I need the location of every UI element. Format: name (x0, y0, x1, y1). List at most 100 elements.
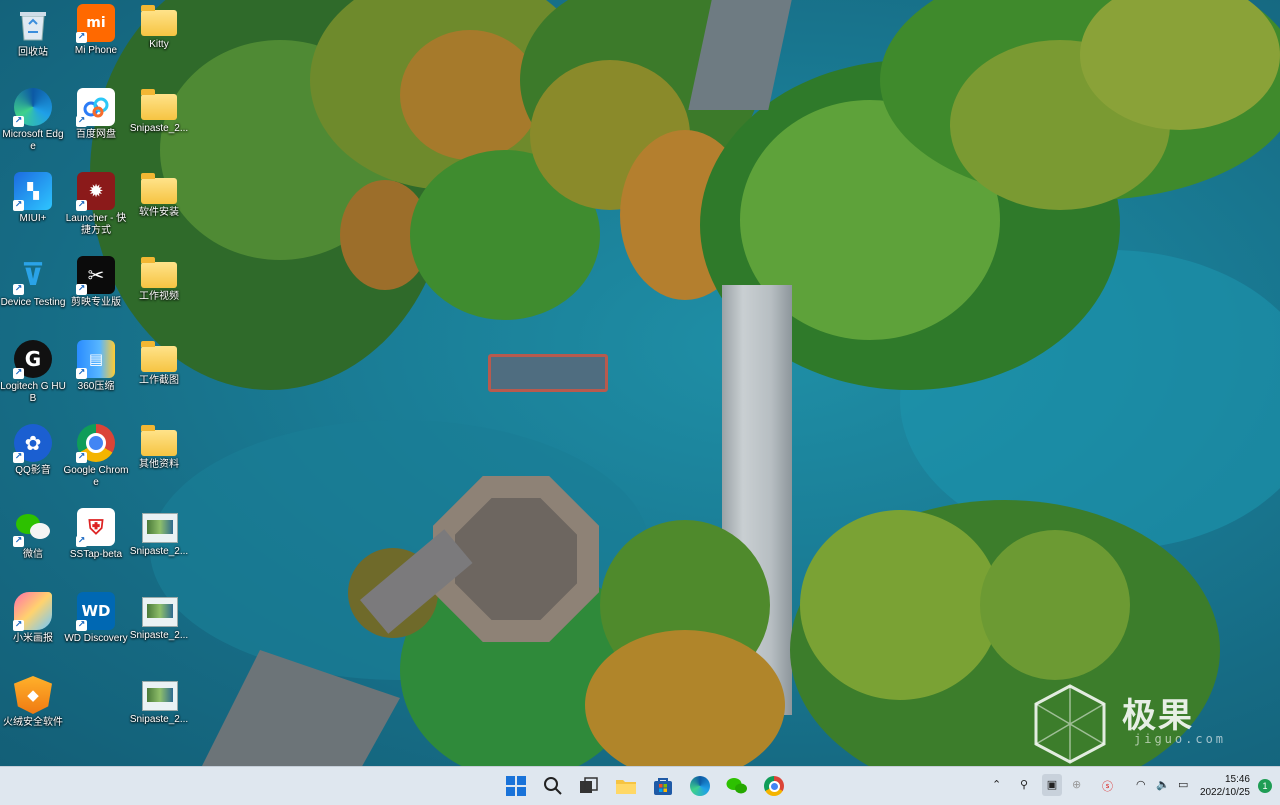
desktop-icon-label: 小米画报 (13, 633, 53, 644)
desktop-icon-miui-plus[interactable]: ▚ ↗ MIUI+ (0, 172, 66, 225)
edge-taskbar-button[interactable] (688, 775, 712, 797)
desktop-icon-wd-discovery[interactable]: WD ↗ WD Discovery (63, 592, 129, 645)
desktop-icon-qq-player[interactable]: ✿ ↗ QQ影音 (0, 424, 66, 477)
desktop-icon-mi-wallpaper[interactable]: ↗ 小米画报 (0, 592, 66, 645)
desktop-file-snipaste-1[interactable]: Snipaste_2... (126, 508, 192, 558)
360-zip-icon: ▤ ↗ (76, 340, 115, 379)
desktop-folder-software[interactable]: 软件安装 (126, 172, 192, 219)
wechat-taskbar-button[interactable] (725, 775, 749, 797)
notification-badge[interactable]: 1 (1258, 779, 1272, 793)
desktop-icon-label: 软件安装 (139, 207, 179, 218)
shortcut-arrow-icon: ↗ (76, 200, 87, 211)
shortcut-arrow-icon: ↗ (13, 200, 24, 211)
ime-icon[interactable]: ⓢ (1102, 778, 1113, 794)
desktop-icon-capcut[interactable]: ✂ ↗ 剪映专业版 (63, 256, 129, 309)
desktop-icon-label: 360压缩 (77, 381, 115, 392)
shortcut-arrow-icon: ↗ (13, 536, 24, 547)
desktop-icon-label: Kitty (149, 39, 169, 50)
desktop-folder-work-screenshots[interactable]: 工作截图 (126, 340, 192, 387)
desktop-icon-360-zip[interactable]: ▤ ↗ 360压缩 (63, 340, 129, 393)
volume-icon[interactable]: 🔈 (1156, 778, 1170, 791)
recycle-bin-icon (14, 6, 52, 44)
baidu-netdisk-icon: ↗ (76, 88, 115, 127)
windows-logo-icon (506, 776, 526, 796)
app-icon[interactable]: ▣ (1042, 774, 1062, 796)
watermark-logo-icon (1034, 684, 1106, 764)
chrome-center (86, 433, 106, 453)
launcher-icon: ✹ ↗ (76, 172, 115, 211)
desktop-icon-label: Snipaste_2... (129, 630, 189, 641)
search-button[interactable] (541, 775, 565, 797)
folder-icon (141, 257, 177, 288)
desktop-icon-baidu-netdisk[interactable]: ↗ 百度网盘 (63, 88, 129, 141)
desktop-icon-edge[interactable]: ↗ Microsoft Edge (0, 88, 66, 153)
wd-discovery-icon: WD ↗ (76, 592, 115, 631)
sstap-icon: ⛨ ↗ (76, 508, 115, 547)
desktop-folder-snipaste[interactable]: Snipaste_2... (126, 88, 192, 135)
clock-date: 2022/10/25 (1199, 787, 1250, 798)
desktop-wallpaper (0, 0, 1280, 766)
desktop-folder-kitty[interactable]: Kitty (126, 4, 192, 51)
desktop-icon-label: 火绒安全软件 (3, 717, 63, 728)
chevron-up-icon[interactable]: ⌃ (992, 778, 1001, 791)
desktop-icon-label: Logitech G HUB (0, 381, 66, 404)
mi-logo-icon: mi ↗ (76, 4, 115, 43)
shortcut-arrow-icon: ↗ (76, 536, 87, 547)
desktop-file-snipaste-2[interactable]: Snipaste_2... (126, 592, 192, 642)
clock[interactable]: 15:46 2022/10/25 (1200, 773, 1250, 799)
desktop-icon-label: Microsoft Edge (2, 129, 64, 152)
miui-plus-icon: ▚ ↗ (13, 172, 52, 211)
folder-icon (141, 89, 177, 120)
desktop-folder-other[interactable]: 其他资料 (126, 424, 192, 471)
desktop-icon-label: Snipaste_2... (129, 123, 189, 134)
folder-icon (141, 5, 177, 36)
desktop-icon-mi-phone[interactable]: mi ↗ Mi Phone (63, 4, 129, 57)
desktop-icon-label: Mi Phone (74, 45, 118, 56)
desktop-icon-label: QQ影音 (15, 465, 51, 476)
task-view-button[interactable] (577, 775, 601, 797)
wifi-icon[interactable]: ◠ (1136, 778, 1146, 791)
desktop-icon-label: SSTap-beta (69, 549, 123, 560)
desktop-icon-sstap[interactable]: ⛨ ↗ SSTap-beta (63, 508, 129, 561)
chrome-icon (764, 776, 784, 796)
desktop-icon-label: 工作视频 (139, 291, 179, 302)
jiguo-watermark: 极果 jiguo.com (1030, 684, 1250, 764)
file-explorer-button[interactable] (614, 775, 638, 797)
image-file-icon (142, 513, 178, 543)
store-button[interactable] (651, 775, 675, 797)
chrome-icon: ↗ (76, 424, 115, 463)
folder-icon (141, 173, 177, 204)
shortcut-arrow-icon: ↗ (13, 368, 24, 379)
start-button[interactable] (504, 775, 528, 797)
shortcut-arrow-icon: ↗ (76, 620, 87, 631)
desktop-folder-work-video[interactable]: 工作视频 (126, 256, 192, 303)
edge-icon: ↗ (13, 88, 52, 127)
desktop-icon-logitech[interactable]: G ↗ Logitech G HUB (0, 340, 66, 405)
desktop-icon-launcher[interactable]: ✹ ↗ Launcher - 快捷方式 (63, 172, 129, 237)
desktop-icon-recycle-bin[interactable]: 回收站 (0, 6, 66, 59)
battery-icon[interactable]: ▭ (1178, 778, 1188, 791)
desktop-icon-label: 回收站 (18, 47, 48, 58)
usb-icon[interactable]: ⚲ (1020, 778, 1028, 791)
logitech-g-hub-icon: G ↗ (13, 340, 52, 379)
network-icon[interactable]: ⊕ (1072, 778, 1081, 791)
chrome-taskbar-button[interactable] (762, 775, 786, 797)
image-file-icon (142, 681, 178, 711)
desktop-icon-label: 剪映专业版 (71, 297, 121, 308)
desktop-icon-huorong[interactable]: ◆ 火绒安全软件 (0, 676, 66, 729)
desktop-icon-label: 工作截图 (139, 375, 179, 386)
desktop-file-snipaste-3[interactable]: Snipaste_2... (126, 676, 192, 726)
desktop-icon-device-testing[interactable]: ⊽ ↗ Device Testing (0, 256, 66, 309)
mi-wallpaper-icon: ↗ (13, 592, 52, 631)
desktop-icon-wechat[interactable]: ↗ 微信 (0, 508, 66, 561)
edge-icon (690, 776, 710, 796)
tree (980, 530, 1130, 680)
wechat-icon: ↗ (13, 508, 52, 547)
task-view-icon (580, 777, 598, 793)
desktop-icon-label: 百度网盘 (76, 129, 116, 140)
desktop-icon-label: Snipaste_2... (129, 714, 189, 725)
shortcut-arrow-icon: ↗ (76, 452, 87, 463)
desktop-icon-label: Google Chrome (63, 465, 129, 488)
folder-icon (616, 780, 636, 794)
desktop-icon-chrome[interactable]: ↗ Google Chrome (63, 424, 129, 489)
